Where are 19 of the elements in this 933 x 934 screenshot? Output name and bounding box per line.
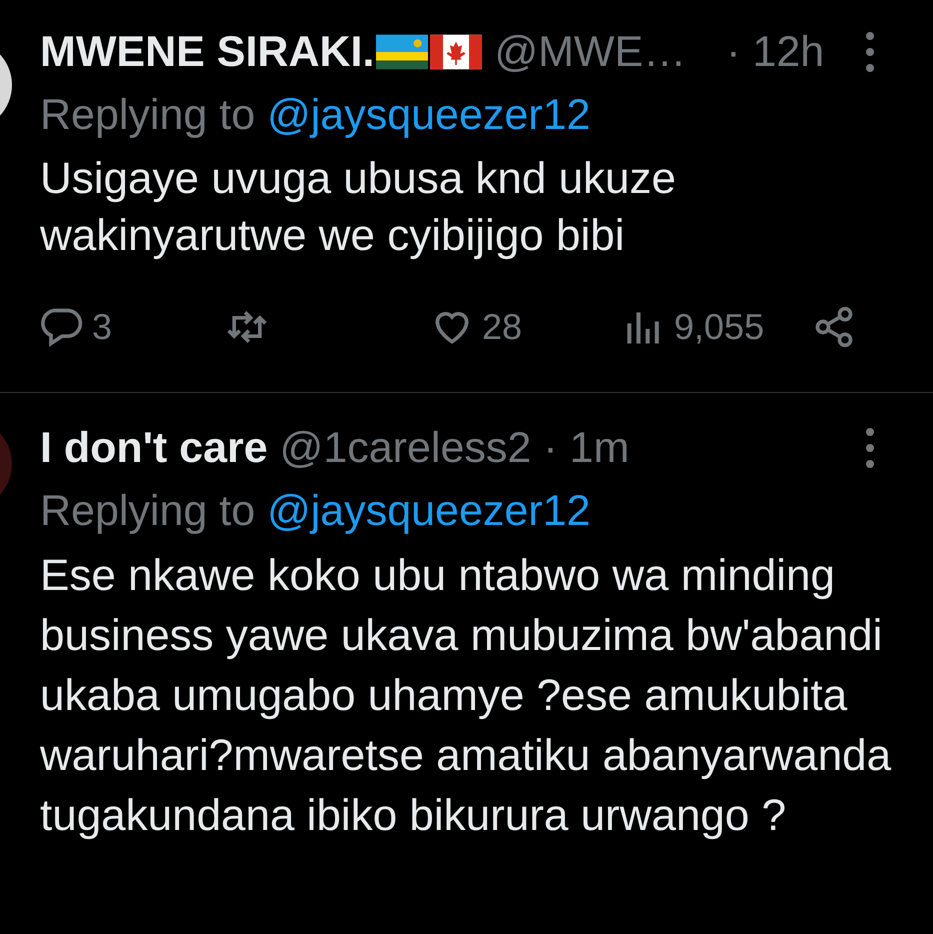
timestamp[interactable]: · 12h [726,30,824,74]
author-name[interactable]: I don't care [40,426,268,470]
more-icon [863,426,877,470]
tweet-text: Usigaye uvuga ubusa knd ukuze wakinyarutwe we cyibijigo bibi [40,153,677,262]
mention-link[interactable]: @jaysqueezer12 [267,91,590,139]
replying-label: Replying to [40,91,256,139]
more-icon [863,30,877,74]
reply-button[interactable]: 3 [40,300,225,354]
views-button[interactable]: 9,055 [622,300,812,354]
timestamp[interactable]: · 1m [543,426,630,470]
flag-icon [430,34,482,70]
mention-link[interactable]: @jaysqueezer12 [267,487,590,535]
author-handle[interactable]: @1careless2 [280,426,532,470]
author-handle[interactable]: @MWE… [494,30,686,74]
replying-label: Replying to [40,487,256,535]
author-name[interactable]: MWENE SIRAKI. [40,30,374,74]
tweet-text: Ese nkawe koko ubu ntabwo wa minding business yawe ukava mubuzima bw'abandi ukaba umugabo uhamye ?ese amukubita waruhari?mwaretse amatiku abanyarwanda tugakundana ibiko bikurura urwango ? [40,550,892,842]
flag-icon [376,34,428,70]
like-button[interactable]: 28 [430,300,622,354]
